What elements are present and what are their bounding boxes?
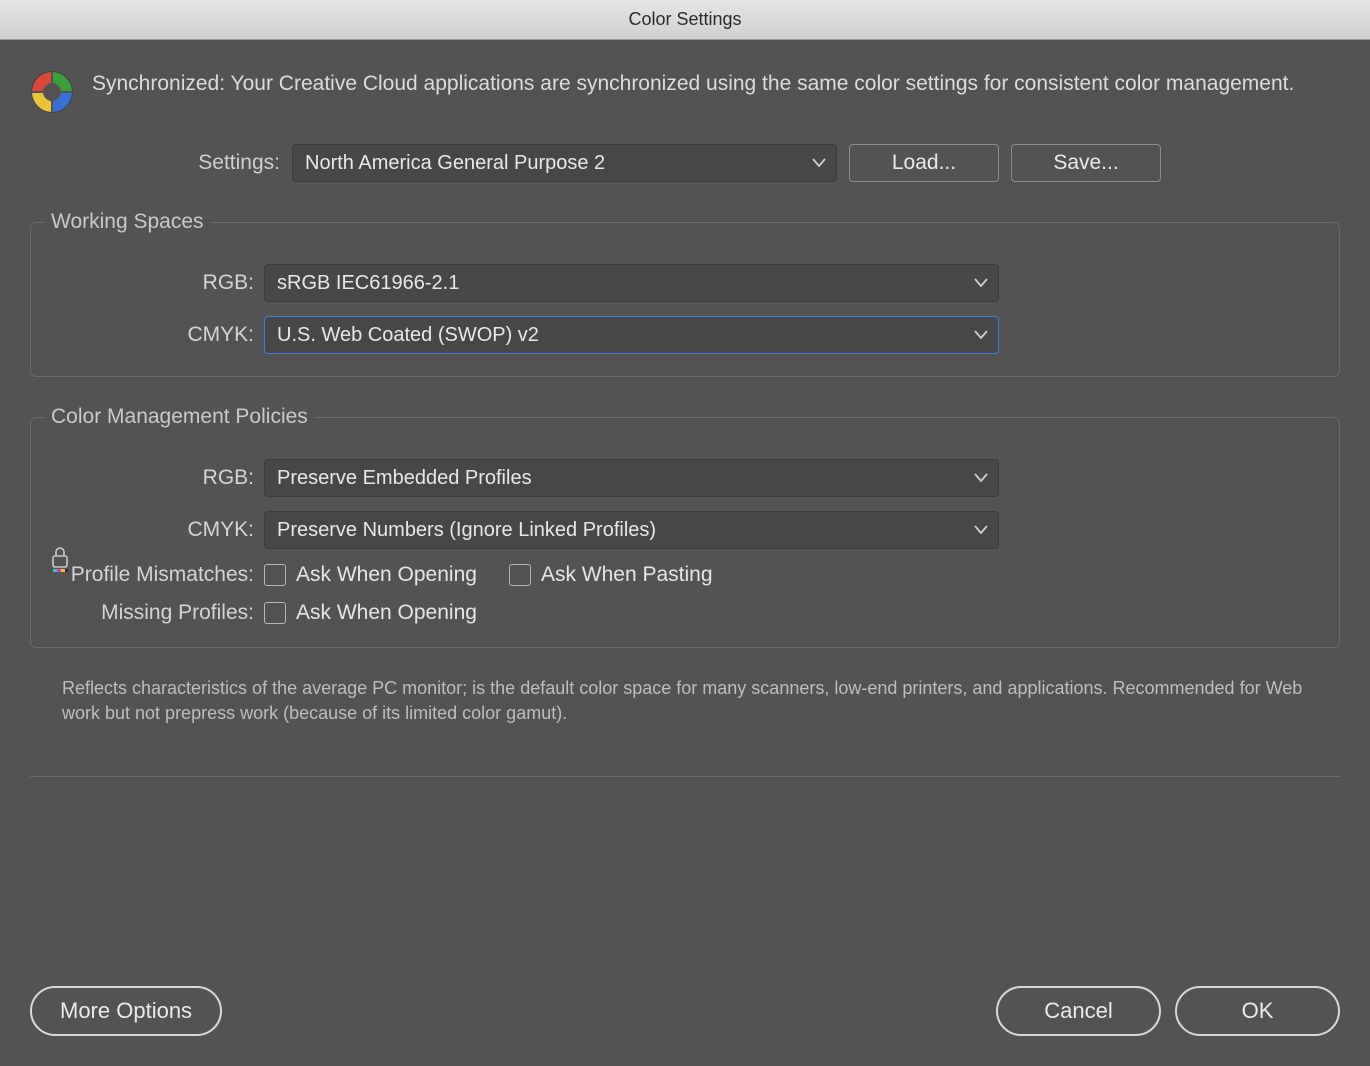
chevron-down-icon [974,525,988,535]
chevron-down-icon [974,330,988,340]
chevron-down-icon [974,278,988,288]
working-spaces-legend: Working Spaces [45,210,210,234]
sync-status-text: Synchronized: Your Creative Cloud applic… [92,70,1294,98]
more-options-button[interactable]: More Options [30,986,222,1036]
ws-cmyk-label: CMYK: [49,323,254,347]
window-titlebar: Color Settings [0,0,1370,40]
save-button[interactable]: Save... [1011,144,1161,182]
pol-rgb-dropdown[interactable]: Preserve Embedded Profiles [264,459,999,497]
sync-icon [30,70,74,119]
pol-rgb-value: Preserve Embedded Profiles [277,467,532,490]
pol-cmyk-value: Preserve Numbers (Ignore Linked Profiles… [277,519,656,542]
window-title: Color Settings [628,9,741,30]
profile-mismatches-label: Profile Mismatches: [49,563,254,587]
description-text: Reflects characteristics of the average … [62,676,1308,726]
divider [30,776,1340,777]
missing-profiles-label: Missing Profiles: [49,601,254,625]
color-policies-group: Color Management Policies RGB: Preserve … [30,405,1340,648]
settings-dropdown-value: North America General Purpose 2 [305,152,605,175]
working-spaces-group: Working Spaces RGB: sRGB IEC61966-2.1 CM… [30,210,1340,377]
pol-cmyk-label: CMYK: [49,518,254,542]
ws-cmyk-value: U.S. Web Coated (SWOP) v2 [277,324,539,347]
settings-label: Settings: [30,151,280,175]
chevron-down-icon [974,473,988,483]
missing-ask-opening-label: Ask When Opening [296,601,477,625]
color-settings-dialog: Synchronized: Your Creative Cloud applic… [0,40,1370,1066]
cancel-button[interactable]: Cancel [996,986,1161,1036]
settings-dropdown[interactable]: North America General Purpose 2 [292,144,837,182]
color-policies-legend: Color Management Policies [45,405,314,429]
ws-rgb-dropdown[interactable]: sRGB IEC61966-2.1 [264,264,999,302]
mismatch-ask-pasting-checkbox[interactable] [509,564,531,586]
mismatch-ask-pasting-label: Ask When Pasting [541,563,713,587]
lock-icon [49,545,71,578]
pol-cmyk-dropdown[interactable]: Preserve Numbers (Ignore Linked Profiles… [264,511,999,549]
mismatch-ask-opening-label: Ask When Opening [296,563,477,587]
ws-rgb-value: sRGB IEC61966-2.1 [277,272,459,295]
ws-cmyk-dropdown[interactable]: U.S. Web Coated (SWOP) v2 [264,316,999,354]
load-button[interactable]: Load... [849,144,999,182]
chevron-down-icon [812,158,826,168]
ws-rgb-label: RGB: [49,271,254,295]
missing-ask-opening-checkbox[interactable] [264,602,286,624]
ok-button[interactable]: OK [1175,986,1340,1036]
mismatch-ask-opening-checkbox[interactable] [264,564,286,586]
pol-rgb-label: RGB: [49,466,254,490]
